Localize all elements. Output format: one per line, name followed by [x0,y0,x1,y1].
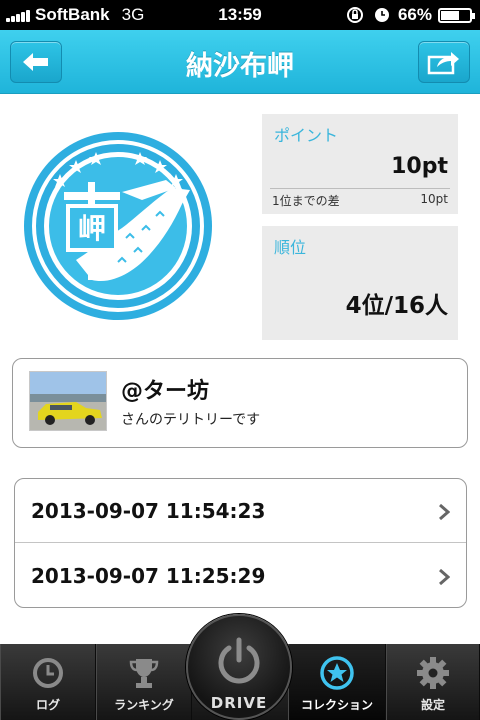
visit-history-list: 2013-09-07 11:54:23 2013-09-07 11:25:29 [14,478,467,608]
cape-territory-badge-icon: 岬 [24,132,212,320]
territory-caption: さんのテリトリーです [121,412,261,428]
territory-badge: 岬 [22,130,214,322]
tab-collection[interactable]: コレクション [288,644,386,720]
share-arrow-icon [427,52,459,75]
chevron-right-icon [439,503,450,521]
battery-percent: 66% [397,5,432,24]
tab-log-label: ログ [35,698,60,712]
history-row[interactable]: 2013-09-07 11:54:23 [15,479,466,543]
rank-label: 順位 [274,238,307,257]
tab-ranking-label: ランキング [114,698,174,712]
tab-collection-label: コレクション [300,698,373,712]
power-icon [218,637,260,684]
trophy-icon [127,656,161,690]
points-divider [270,188,450,189]
gap-to-first-value: 10pt [420,192,448,206]
tab-log[interactable]: ログ [0,644,96,720]
history-timestamp: 2013-09-07 11:54:23 [31,499,266,523]
status-right: 66% [344,5,475,25]
gap-to-first-label: 1位までの差 [272,194,340,208]
battery-fill [441,10,459,20]
star-badge-icon [319,656,355,690]
tab-settings[interactable]: 設定 [386,644,480,720]
drive-label: DRIVE [210,694,268,712]
drive-button[interactable]: DRIVE [186,614,292,720]
car-photo-icon [30,372,106,430]
territory-owner-card[interactable]: @ター坊 さんのテリトリーです [12,358,468,448]
badge-kanji: 岬 [78,212,106,245]
rotation-lock-icon [346,7,363,23]
points-value: 10pt [391,154,448,179]
rank-panel: 順位 4位/16人 [262,226,458,340]
clock-icon [32,656,64,690]
points-panel: ポイント 10pt 1位までの差 10pt [262,114,458,214]
gear-icon [416,656,450,690]
rank-value: 4位/16人 [345,293,448,319]
tab-settings-label: 設定 [420,698,445,712]
alarm-clock-icon [374,8,389,22]
page-title: 納沙布岬 [186,51,294,82]
history-timestamp: 2013-09-07 11:25:29 [31,564,266,588]
points-label: ポイント [274,126,339,145]
share-button[interactable] [418,41,470,83]
chevron-right-icon [439,568,450,586]
owner-avatar [29,371,107,431]
tab-ranking[interactable]: ランキング [96,644,192,720]
history-row[interactable]: 2013-09-07 11:25:29 [15,544,466,607]
owner-name: @ター坊 [121,379,210,404]
battery-icon [438,7,475,23]
navigation-bar: 納沙布岬 [0,30,480,94]
status-bar: SoftBank 3G 13:59 66% [0,0,480,30]
